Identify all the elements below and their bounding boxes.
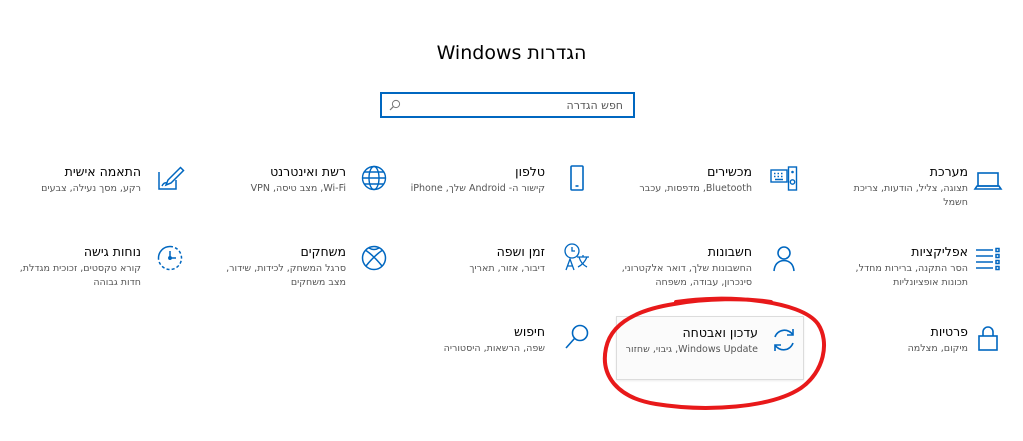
tile-privacy[interactable]: פרטיות מיקום, מצלמה: [827, 318, 1013, 380]
tile-title: חיפוש: [513, 324, 545, 339]
tile-description: שפה, הרשאות, היסטוריה: [443, 343, 545, 354]
lock-icon: [973, 323, 1003, 353]
tile-description: החשבונות שלך, דואר אלקטרוני, סינכרון, עב…: [621, 263, 752, 288]
tile-title: זמן ושפה: [496, 244, 545, 259]
tile-phone[interactable]: טלפון קישור ה- Android שלך, iPhone: [404, 158, 590, 220]
xbox-icon: [359, 243, 389, 273]
tile-title: טלפון: [515, 164, 545, 179]
ease-of-access-icon: [155, 243, 185, 273]
tile-description: סרגל המשחק, לכידות, שידור, מצב משחקים: [226, 263, 346, 288]
tile-description: קישור ה- Android שלך, iPhone: [410, 183, 545, 194]
tile-title: נוחות גישה: [83, 244, 141, 259]
tile-title: התאמה אישית: [64, 164, 141, 179]
person-icon: [769, 243, 799, 273]
phone-icon: [562, 163, 592, 193]
magnifier-icon: [562, 322, 592, 352]
tile-title: עדכון ואבטחה: [682, 325, 758, 340]
tile-title: פרטיות: [930, 324, 968, 339]
search-input[interactable]: [407, 94, 633, 116]
tile-title: חשבונות: [707, 244, 752, 259]
tile-description: Windows Update, גיבוי, שחזור: [625, 344, 758, 355]
apps-list-icon: [973, 244, 1003, 274]
tile-apps[interactable]: אפליקציות הסר התקנה, ברירות מחדל, תכונות…: [827, 238, 1013, 300]
tile-time-language[interactable]: זמן ושפה דיבור, אזור, תאריך: [404, 238, 590, 300]
tile-title: רשת ואינטרנט: [270, 164, 346, 179]
tile-description: דיבור, אזור, תאריך: [469, 263, 545, 274]
tile-title: מערכת: [929, 164, 968, 179]
tile-search[interactable]: חיפוש שפה, הרשאות, היסטוריה: [404, 318, 590, 380]
tile-network[interactable]: רשת ואינטרנט Wi-Fi, מצב טיסה, VPN: [205, 158, 391, 220]
tile-description: הסר התקנה, ברירות מחדל, תכונות אופציונלי…: [855, 263, 968, 288]
tile-description: Bluetooth, מדפסות, עכבר: [639, 183, 752, 194]
globe-icon: [359, 163, 389, 193]
tile-description: מיקום, מצלמה: [907, 343, 968, 354]
sync-icon: [769, 325, 799, 355]
tile-description: Wi-Fi, מצב טיסה, VPN: [250, 183, 346, 194]
paintbrush-icon: [155, 163, 185, 193]
keyboard-icon: [769, 163, 799, 193]
tile-gaming[interactable]: משחקים סרגל המשחק, לכידות, שידור, מצב מש…: [205, 238, 391, 300]
tile-title: מכשירים: [707, 164, 752, 179]
tile-description: קורא טקסטים, זכוכית מגדלת, חדות גבוהה: [19, 263, 141, 288]
time-language-icon: [562, 242, 592, 272]
tile-update-security[interactable]: עדכון ואבטחה Windows Update, גיבוי, שחזו…: [616, 316, 804, 380]
search-box[interactable]: [380, 92, 635, 118]
laptop-icon: [973, 165, 1003, 195]
search-icon: [389, 99, 401, 111]
tile-system[interactable]: מערכת תצוגה, צליל, הודעות, צריכת חשמל: [827, 158, 1013, 220]
page-title: הגדרות Windows: [436, 42, 587, 64]
tile-ease-of-access[interactable]: נוחות גישה קורא טקסטים, זכוכית מגדלת, חד…: [0, 238, 186, 300]
tile-devices[interactable]: מכשירים Bluetooth, מדפסות, עכבר: [611, 158, 799, 220]
tile-title: אפליקציות: [911, 244, 968, 259]
tile-title: משחקים: [300, 244, 346, 259]
tile-description: תצוגה, צליל, הודעות, צריכת חשמל: [853, 183, 968, 208]
tile-description: רקע, מסך נעילה, צבעים: [41, 183, 141, 194]
tile-accounts[interactable]: חשבונות החשבונות שלך, דואר אלקטרוני, סינ…: [611, 238, 797, 300]
tile-personalization[interactable]: התאמה אישית רקע, מסך נעילה, צבעים: [0, 158, 186, 220]
